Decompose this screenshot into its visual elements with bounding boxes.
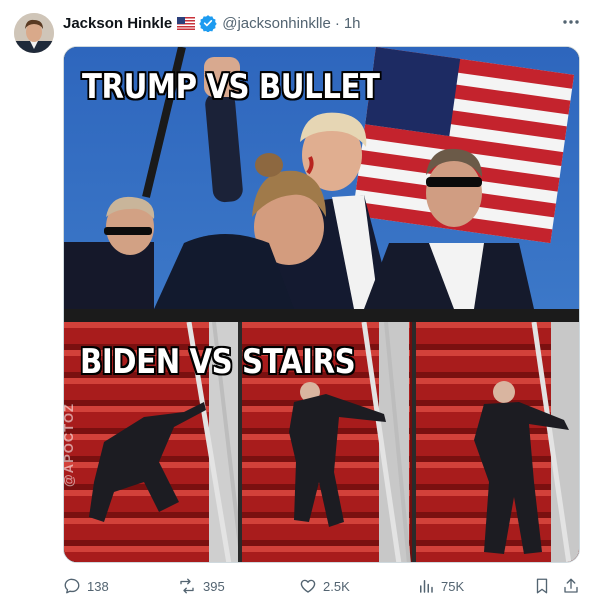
- like-count: 2.5K: [323, 578, 350, 594]
- reply-icon: [64, 578, 80, 594]
- post-media-image[interactable]: TRUMP VS BULLET BIDEN VS STAIRS @APOCTOZ: [63, 46, 580, 563]
- post-time[interactable]: 1h: [344, 15, 361, 32]
- author-handle[interactable]: @jacksonhinklle: [222, 15, 331, 32]
- reply-button[interactable]: 138: [63, 573, 109, 599]
- repost-button[interactable]: 395: [177, 573, 225, 599]
- repost-icon: [180, 578, 194, 594]
- post-action-bar: 138 395 2.5K 75K: [63, 573, 580, 599]
- analytics-icon: [420, 580, 433, 593]
- us-flag-icon: [177, 16, 196, 30]
- views-button[interactable]: 75K: [417, 573, 464, 599]
- avatar[interactable]: [14, 13, 54, 53]
- post: Jackson Hinkle @jacksonhinklle · 1h TRUM…: [0, 0, 598, 608]
- heart-icon: [300, 579, 316, 593]
- bookmark-icon: [536, 578, 548, 594]
- bookmark-button[interactable]: [533, 573, 557, 599]
- separator-dot: ·: [334, 14, 340, 32]
- author-name[interactable]: Jackson Hinkle: [63, 15, 172, 32]
- share-button[interactable]: [562, 573, 586, 599]
- share-icon: [564, 578, 578, 593]
- more-options-button[interactable]: [558, 12, 584, 32]
- meme-divider: [64, 309, 579, 322]
- meme-bottom-caption: BIDEN VS STAIRS: [80, 342, 356, 382]
- views-count: 75K: [441, 578, 465, 594]
- verified-badge-icon: [199, 14, 217, 32]
- like-button[interactable]: 2.5K: [299, 573, 350, 599]
- repost-count: 395: [203, 578, 225, 594]
- meme-top-panel: TRUMP VS BULLET: [64, 47, 579, 309]
- reply-count: 138: [87, 578, 109, 594]
- meme-bottom-panel: BIDEN VS STAIRS: [64, 322, 579, 562]
- post-header: Jackson Hinkle @jacksonhinklle · 1h: [63, 13, 361, 33]
- meme-top-caption: TRUMP VS BULLET: [82, 67, 380, 107]
- image-watermark: @APOCTOZ: [63, 403, 76, 487]
- more-icon: [563, 20, 579, 24]
